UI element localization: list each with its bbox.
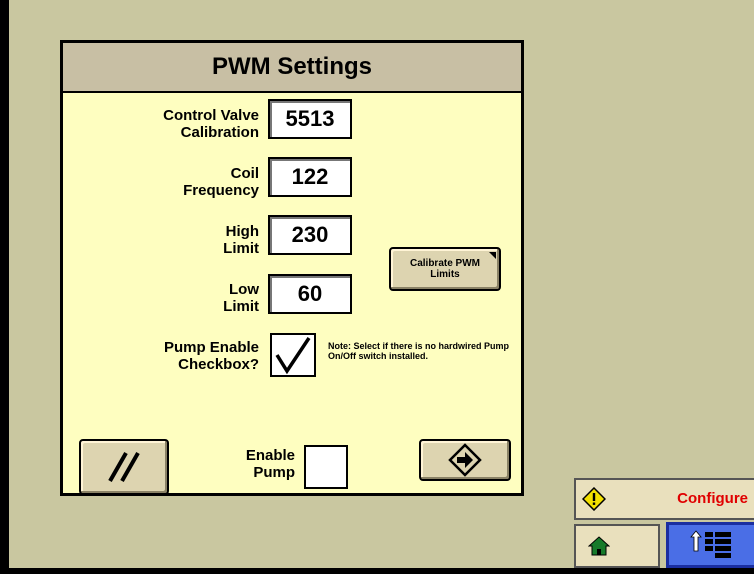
low-limit-input[interactable]: 60: [268, 274, 352, 314]
configure-label: Configure: [677, 490, 748, 507]
low-limit-label: Low Limit: [223, 281, 259, 315]
page-title: PWM Settings: [212, 53, 372, 80]
pump-enable-note: Note: Select if there is no hardwired Pu…: [328, 341, 510, 361]
pump-enable-checkbox[interactable]: [270, 333, 316, 377]
high-limit-label: High Limit: [223, 223, 259, 257]
configure-button[interactable]: Configure: [574, 478, 754, 520]
calibrate-pwm-limits-button[interactable]: Calibrate PWM Limits: [389, 247, 501, 291]
home-icon: [588, 536, 610, 556]
control-valve-calibration-label: Control Valve Calibration: [163, 107, 259, 141]
coil-frequency-label: Coil Frequency: [183, 165, 259, 199]
checkmark-icon: [275, 337, 311, 375]
up-arrow-menu-icon: [690, 530, 731, 558]
next-page-button[interactable]: [419, 439, 511, 481]
enable-pump-label: Enable Pump: [245, 447, 295, 481]
arrow-right-diamond-icon: [448, 443, 482, 477]
coil-frequency-input[interactable]: 122: [268, 157, 352, 197]
pump-enable-checkbox-label: Pump Enable Checkbox?: [163, 339, 259, 373]
home-button[interactable]: [574, 524, 660, 568]
screen: PWM Settings Control Valve Calibration 5…: [0, 0, 754, 574]
reset-defaults-button[interactable]: [79, 439, 169, 495]
enable-pump-checkbox[interactable]: [304, 445, 348, 489]
control-valve-calibration-input[interactable]: 5513: [268, 99, 352, 139]
corner-indicator-icon: [489, 252, 496, 259]
warning-icon: [582, 487, 606, 511]
title-bar: PWM Settings: [63, 43, 521, 93]
pwm-settings-panel: PWM Settings Control Valve Calibration 5…: [60, 40, 524, 496]
display-frame-left: [0, 0, 9, 574]
display-frame-bottom: [0, 568, 754, 574]
main-menu-button[interactable]: [666, 522, 754, 568]
double-slash-icon: [108, 452, 140, 482]
high-limit-input[interactable]: 230: [268, 215, 352, 255]
